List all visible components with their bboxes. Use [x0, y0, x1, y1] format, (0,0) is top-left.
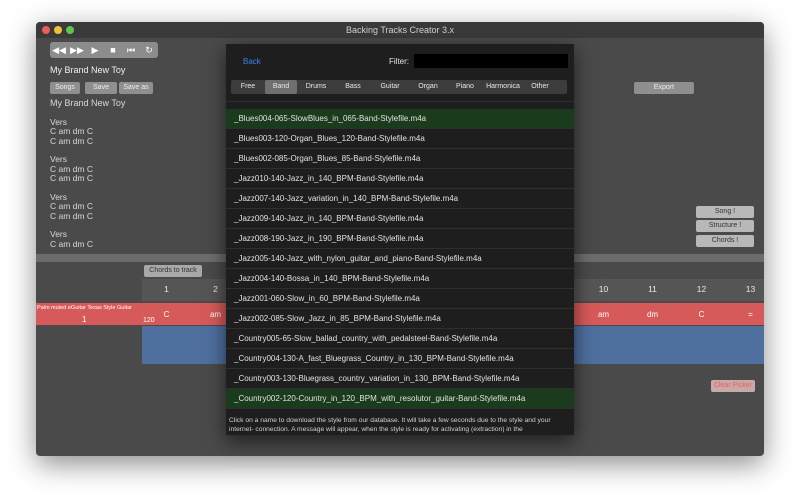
- lyrics-line: [50, 146, 226, 155]
- minimize-window-icon[interactable]: [54, 26, 62, 34]
- lyrics-line: C am dm C: [50, 173, 93, 183]
- list-item[interactable]: _Jazz005-140-Jazz_with_nylon_guitar_and_…: [226, 249, 574, 269]
- tab-guitar[interactable]: Guitar: [371, 80, 409, 94]
- filter-label: Filter:: [389, 57, 409, 66]
- play-icon[interactable]: ▶: [86, 42, 104, 58]
- chords-to-track-button[interactable]: Chords to track: [144, 265, 202, 277]
- lyrics-line: [50, 184, 226, 193]
- list-item[interactable]: _Jazz007-140-Jazz_variation_in_140_BPM-B…: [226, 189, 574, 209]
- save-as-button[interactable]: Save as: [119, 82, 153, 94]
- track-value: 1: [82, 315, 87, 324]
- list-item[interactable]: _Jazz008-190-Jazz_in_190_BPM-Band-Stylef…: [226, 229, 574, 249]
- list-item[interactable]: _Country002-120-Country_in_120_BPM_with_…: [226, 389, 574, 409]
- lyrics-line: C am dm C: [50, 135, 93, 146]
- tab-piano[interactable]: Piano: [447, 80, 483, 94]
- chord-cell[interactable]: am: [579, 310, 628, 319]
- lyrics-line: C am dm C: [50, 210, 93, 221]
- songs-button[interactable]: Songs: [50, 82, 80, 94]
- list-item[interactable]: _Jazz004-140-Bossa_in_140_BPM-Band-Style…: [226, 269, 574, 289]
- filter-input[interactable]: [414, 54, 568, 68]
- tab-free[interactable]: Free: [231, 80, 265, 94]
- stop-icon[interactable]: ■: [104, 42, 122, 58]
- window-title: Backing Tracks Creator 3.x: [345, 25, 455, 35]
- measure-number: 11: [648, 284, 657, 294]
- tab-organ[interactable]: Organ: [409, 80, 447, 94]
- structure-button[interactable]: Structure !: [696, 220, 754, 232]
- lyrics-line: [50, 221, 226, 230]
- lyrics-text-area[interactable]: My Brand New Toy Vers C am dm C C am dm …: [50, 99, 226, 249]
- category-tabs: Free Band Drums Bass Guitar Organ Piano …: [231, 80, 567, 94]
- style-list[interactable]: _Blues004-065-SlowBlues_in_065-Band-Styl…: [226, 99, 574, 409]
- tab-band[interactable]: Band: [265, 80, 297, 94]
- chord-cell[interactable]: =: [726, 310, 764, 319]
- measure-number: 12: [696, 284, 707, 294]
- list-item[interactable]: _Blues002-085-Organ_Blues_85-Band-Stylef…: [226, 149, 574, 169]
- chord-cell[interactable]: dm: [628, 310, 677, 319]
- tab-other[interactable]: Other: [523, 80, 557, 94]
- lyrics-line: C am dm C: [50, 238, 93, 249]
- list-item[interactable]: _Blues003-120-Organ_Blues_120-Band-Style…: [226, 129, 574, 149]
- tab-bass[interactable]: Bass: [335, 80, 371, 94]
- list-item[interactable]: _Country003-130-Bluegrass_country_variat…: [226, 369, 574, 389]
- save-button[interactable]: Save: [85, 82, 117, 94]
- zoom-window-icon[interactable]: [66, 26, 74, 34]
- rewind-icon[interactable]: ◀◀: [50, 42, 68, 58]
- list-item[interactable]: _Jazz009-140-Jazz_in_140_BPM-Band-Stylef…: [226, 209, 574, 229]
- list-item[interactable]: _Jazz002-085-Slow_Jazz_in_85_BPM-Band-St…: [226, 309, 574, 329]
- measure-number: 13: [745, 284, 756, 294]
- measure-number: 10: [598, 284, 609, 294]
- back-button[interactable]: Back: [243, 57, 261, 66]
- lyrics-line: My Brand New Toy: [50, 99, 126, 108]
- fast-forward-icon[interactable]: ▶▶: [68, 42, 86, 58]
- style-picker-panel: Back Filter: Free Band Drums Bass Guitar…: [226, 44, 574, 435]
- list-item[interactable]: _Country005-65-Slow_ballad_country_with_…: [226, 329, 574, 349]
- tab-harmonica[interactable]: Harmonica: [483, 80, 523, 94]
- list-item[interactable]: _Jazz001-060-Slow_in_60_BPM-Band-Stylefi…: [226, 289, 574, 309]
- song-button[interactable]: Song !: [696, 206, 754, 218]
- chord-cell[interactable]: C: [677, 310, 726, 319]
- export-button[interactable]: Export: [634, 82, 694, 94]
- tab-drums[interactable]: Drums: [297, 80, 335, 94]
- clear-picker-button[interactable]: Clear Picker: [711, 380, 755, 392]
- loop-icon[interactable]: ↻: [140, 42, 158, 58]
- song-name: My Brand New Toy: [50, 65, 126, 75]
- list-item-partial[interactable]: [226, 99, 574, 102]
- help-text: Click on a name to download the style fr…: [229, 417, 551, 433]
- list-item[interactable]: _Jazz010-140-Jazz_in_140_BPM-Band-Stylef…: [226, 169, 574, 189]
- chord-cell[interactable]: C: [142, 310, 191, 319]
- list-item[interactable]: _Blues004-065-SlowBlues_in_065-Band-Styl…: [226, 109, 574, 129]
- title-bar: Backing Tracks Creator 3.x: [36, 22, 764, 38]
- transport-bar: ◀◀ ▶▶ ▶ ■ ⏮ ↻: [50, 42, 158, 58]
- measure-number: 1: [164, 284, 169, 294]
- close-window-icon[interactable]: [42, 26, 50, 34]
- list-item[interactable]: _Country004-130-A_fast_Bluegrass_Country…: [226, 349, 574, 369]
- previous-icon[interactable]: ⏮: [122, 42, 140, 58]
- chords-button[interactable]: Chords !: [696, 235, 754, 247]
- track-name: Palm muted eGuitar Texas Style Guitar: [37, 305, 132, 311]
